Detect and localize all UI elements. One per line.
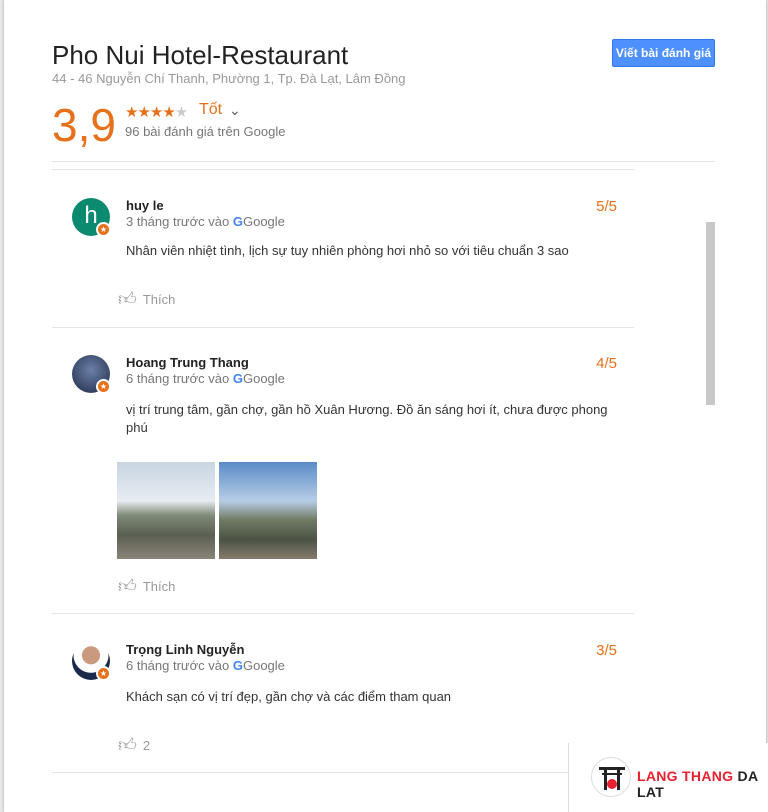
review-text: vị trí trung tâm, gần chợ, gần hồ Xuân H… <box>126 402 608 435</box>
review-text: Nhân viên nhiệt tình, lịch sự tuy nhiên … <box>126 243 569 258</box>
like-button[interactable]: 👍︎ 2 <box>118 734 150 756</box>
torii-gate-icon <box>591 757 631 797</box>
star-rating: ★★★★★ <box>125 104 188 121</box>
reviewer-name[interactable]: huy le <box>126 198 164 213</box>
thumbs-up-icon: 👍︎ <box>118 735 137 755</box>
local-guide-badge-icon: ★ <box>96 666 111 681</box>
thumbs-up-icon: 👍︎ <box>118 576 137 596</box>
local-guide-badge-icon: ★ <box>96 379 111 394</box>
review-count: 96 bài đánh giá trên Google <box>125 124 286 139</box>
chevron-down-icon[interactable]: ⌄ <box>229 102 241 119</box>
address: 44 - 46 Nguyễn Chí Thanh, Phường 1, Tp. … <box>52 71 406 86</box>
source-text: Google <box>242 371 285 386</box>
divider <box>52 161 715 162</box>
divider <box>52 327 634 328</box>
review-time: 6 tháng trước vào GGoogle <box>126 371 285 386</box>
watermark-logo: LANG THANG DA LAT <box>568 743 768 812</box>
review-rating: 3/5 <box>596 642 617 659</box>
divider <box>52 613 634 614</box>
google-icon: G <box>232 658 243 673</box>
like-button[interactable]: 👍︎ Thích <box>118 575 175 597</box>
like-label: Thích <box>142 291 176 307</box>
review-photo[interactable] <box>219 462 317 559</box>
review-time: 3 tháng trước vào GGoogle <box>126 214 285 229</box>
source-text: Google <box>242 658 285 673</box>
local-guide-badge-icon: ★ <box>96 222 111 237</box>
google-icon: G <box>232 371 243 386</box>
reviewer-name[interactable]: Hoang Trung Thang <box>126 355 249 370</box>
write-review-button[interactable]: Viết bài đánh giá <box>612 39 715 67</box>
like-label: Thích <box>142 578 176 594</box>
like-button[interactable]: 👍︎ Thích <box>118 288 175 310</box>
review-rating: 5/5 <box>596 198 617 215</box>
rating-score: 3,9 <box>52 99 116 151</box>
source-text: Google <box>242 214 285 229</box>
google-icon: G <box>232 214 243 229</box>
reviewer-name[interactable]: Trọng Linh Nguyễn <box>126 642 244 657</box>
time-text: 6 tháng trước vào <box>126 371 230 386</box>
scrollbar[interactable] <box>706 222 715 405</box>
divider <box>52 169 634 170</box>
logo-text: LANG THANG DA LAT <box>637 768 768 800</box>
like-count: 2 <box>142 737 151 753</box>
rating-label[interactable]: Tốt <box>199 101 222 119</box>
logo-part1: LANG THANG <box>637 768 734 784</box>
review-time: 6 tháng trước vào GGoogle <box>126 658 285 673</box>
time-text: 3 tháng trước vào <box>126 214 230 229</box>
review-text: Khách sạn có vị trí đẹp, gần chợ và các … <box>126 689 452 704</box>
review-photo[interactable] <box>117 462 215 559</box>
thumbs-up-icon: 👍︎ <box>118 289 137 309</box>
time-text: 6 tháng trước vào <box>126 658 230 673</box>
page-title: Pho Nui Hotel-Restaurant <box>52 40 349 70</box>
divider <box>52 772 634 773</box>
review-rating: 4/5 <box>596 355 617 372</box>
